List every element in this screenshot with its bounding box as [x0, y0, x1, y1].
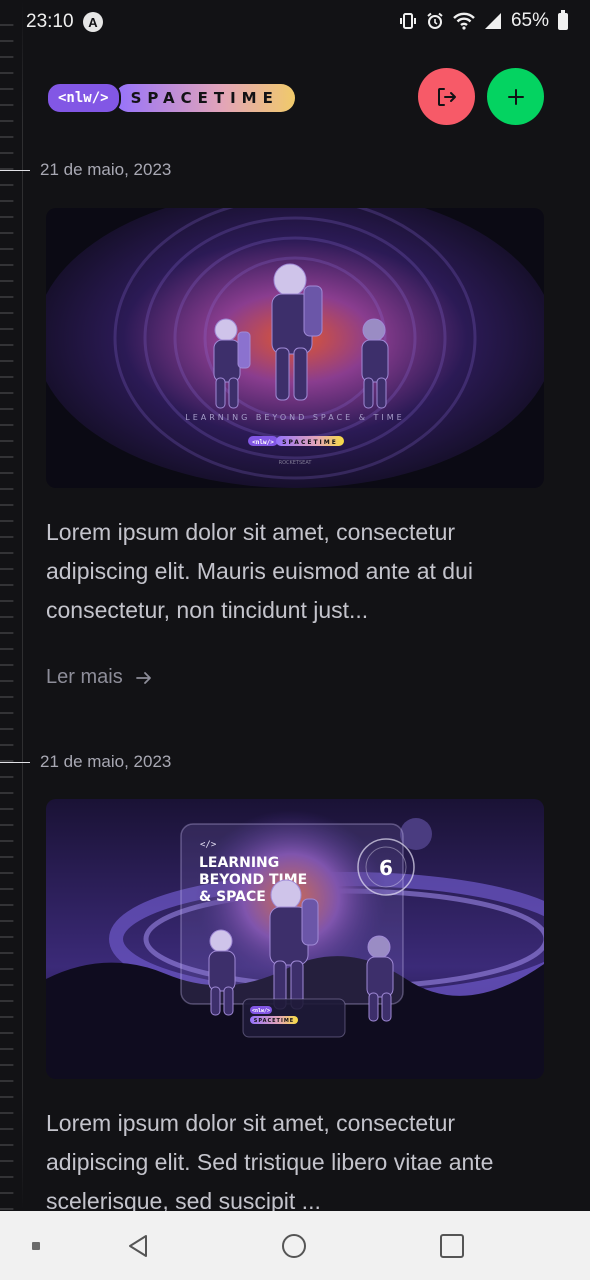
back-icon[interactable]: [118, 1211, 158, 1280]
battery-percent: 65%: [510, 10, 549, 31]
memory-excerpt: Lorem ipsum dolor sit amet, consectetur …: [46, 519, 474, 623]
memory-date: 21 de maio, 2023: [40, 160, 172, 179]
logout-button[interactable]: [418, 68, 475, 125]
cover-illustration: </> LEARNING BEYOND TIME & SPACE 6 <nlw/…: [46, 799, 544, 1079]
wifi-icon: [453, 12, 475, 30]
memory-date-row: 21 de maio, 2023: [0, 752, 171, 772]
cover-footer: ROCKETSEAT: [279, 460, 313, 466]
android-navigation-bar: [0, 1211, 590, 1280]
plus-icon: [507, 88, 524, 105]
expo-app-icon: A: [83, 12, 103, 32]
timeline-line: [22, 0, 23, 1210]
nlw-spacetime-logo: <nlw/> SPACETIME: [46, 82, 295, 114]
cover-title-3: & SPACE: [199, 889, 266, 905]
add-memory-button[interactable]: [487, 68, 544, 125]
signal-icon: [484, 13, 501, 29]
cover-illustration: LEARNING BEYOND SPACE & TIME <nlw/> SPAC…: [46, 208, 544, 488]
memory-date-row: 21 de maio, 2023: [0, 160, 171, 180]
memory-excerpt: Lorem ipsum dolor sit amet, consectetur …: [46, 1110, 494, 1214]
arrow-right-icon: [135, 671, 151, 684]
alarm-icon: [427, 12, 443, 29]
logout-icon: [437, 87, 456, 106]
timeline-ruler: [0, 10, 22, 1210]
menu-dot-icon[interactable]: [26, 1211, 46, 1280]
status-time: 23:10: [26, 11, 74, 32]
battery-icon: [558, 9, 568, 30]
logo-word: SPACETIME: [114, 84, 295, 112]
memory-cover-image[interactable]: </> LEARNING BEYOND TIME & SPACE 6 <nlw/…: [46, 799, 544, 1079]
memory-date: 21 de maio, 2023: [40, 752, 172, 771]
date-tick: [0, 761, 30, 763]
read-more-label: Ler mais: [46, 666, 123, 688]
memory-cover-image[interactable]: LEARNING BEYOND SPACE & TIME <nlw/> SPAC…: [46, 208, 544, 488]
cover-caption: LEARNING BEYOND SPACE & TIME: [185, 413, 404, 422]
cover-seal-number: 6: [379, 856, 393, 880]
status-bar: 23:10 A 65%: [0, 0, 590, 44]
read-more-link[interactable]: Ler mais: [46, 666, 153, 689]
logo-tag: <nlw/>: [46, 82, 121, 114]
cover-badge-word: SPACETIME: [282, 439, 338, 446]
date-tick: [0, 169, 30, 171]
cover-title-1: LEARNING: [199, 855, 279, 871]
home-icon[interactable]: [274, 1211, 314, 1280]
cover-code-icon: </>: [200, 840, 217, 850]
app-screen: 23:10 A 65% <nlw/> SPACETIME 21 de maio,…: [0, 0, 590, 1280]
status-icons: 65%: [399, 9, 568, 32]
recents-icon[interactable]: [432, 1211, 472, 1280]
cover-badge-word: SPACETIME: [254, 1018, 294, 1024]
cover-badge-tag: <nlw/>: [252, 439, 274, 446]
cover-badge-tag: <nlw/>: [252, 1008, 270, 1014]
vibrate-icon: [399, 13, 416, 29]
